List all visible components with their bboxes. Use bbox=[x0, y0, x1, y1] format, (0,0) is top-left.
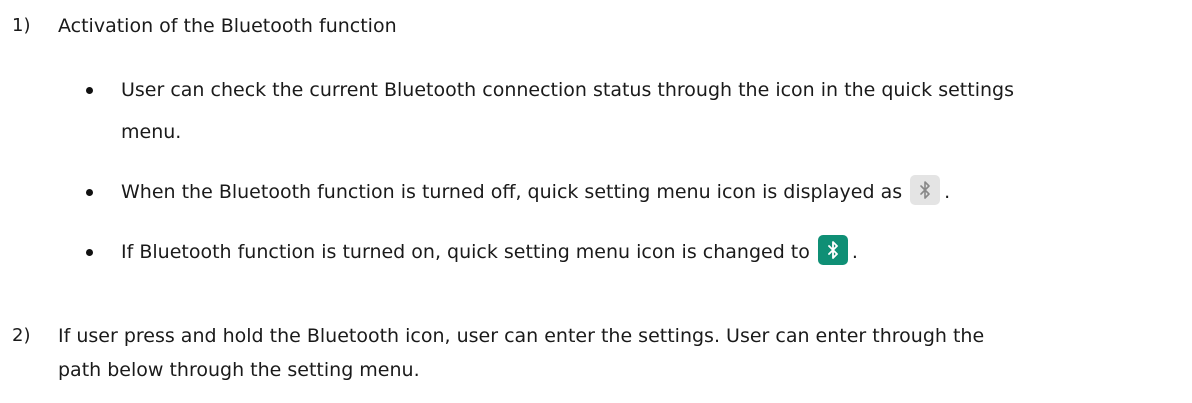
section-2-line-1: If user press and hold the Bluetooth ico… bbox=[58, 325, 985, 347]
bullet-1-continuation: menu. bbox=[121, 121, 182, 143]
section-1-title: Activation of the Bluetooth function bbox=[58, 15, 397, 37]
bullet-3-line: If Bluetooth function is turned on, quic… bbox=[121, 234, 858, 268]
bullet-2-text: When the Bluetooth function is turned of… bbox=[121, 181, 903, 203]
bullet-1-text: User can check the current Bluetooth con… bbox=[121, 79, 1014, 101]
bullet-dot bbox=[86, 189, 93, 196]
bullet-2-line: When the Bluetooth function is turned of… bbox=[121, 174, 951, 208]
bullet-dot bbox=[86, 87, 93, 94]
bullet-dot bbox=[86, 249, 93, 256]
bullet-3-text: If Bluetooth function is turned on, quic… bbox=[121, 241, 810, 263]
bullet-3-tail: . bbox=[851, 241, 858, 263]
bluetooth-on-icon bbox=[817, 234, 848, 265]
section-2-line-2: path below through the setting menu. bbox=[58, 359, 420, 381]
bullet-2-tail: . bbox=[944, 181, 951, 203]
document-page: 1) Activation of the Bluetooth function … bbox=[0, 0, 1192, 403]
bluetooth-off-icon bbox=[910, 174, 941, 205]
section-1-number: 1) bbox=[12, 15, 31, 36]
section-2-number: 2) bbox=[12, 325, 31, 346]
